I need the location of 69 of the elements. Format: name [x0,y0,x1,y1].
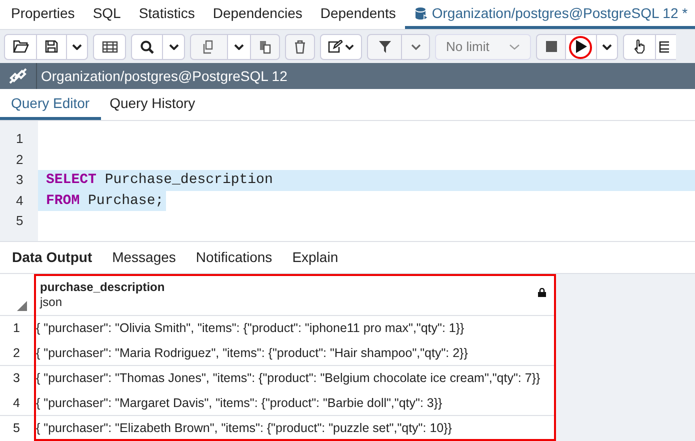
row-number: 4 [12,394,21,412]
tab[interactable]: Query History [100,89,204,120]
connection-title: Organization/postgres@PostgreSQL 12 [40,66,288,86]
tab[interactable]: Dependents [311,0,405,29]
tab[interactable]: Notifications [196,247,272,268]
filter-dropdown-button[interactable] [402,34,430,60]
table-cell-text: { "purchaser": "Olivia Smith", "items": {"product": "iphone11 pro max","qty": 1}} [36,320,464,338]
pointer-button[interactable] [623,34,656,60]
column-type: json [40,295,62,310]
edit-dropdown-button[interactable] [320,34,362,60]
row-number: 1 [12,320,21,338]
caret-icon [72,44,82,50]
column-header: purchase_description [40,280,165,295]
table-cell-text: { "purchaser": "Elizabeth Brown", "items": {"product": "puzzle set","qty": 10}} [36,420,452,438]
caret-icon [410,44,420,50]
search-button[interactable] [131,34,163,60]
trash-icon [294,40,306,54]
tab[interactable]: Dependencies [204,0,312,29]
edit-icon [328,40,343,53]
row-limit-dropdown[interactable]: No limit [435,34,531,60]
caret-icon [168,44,178,50]
caret-icon [509,44,520,50]
code-line: FROM Purchase; [45,192,165,210]
tab[interactable]: Statistics [130,0,204,29]
paste-icon [258,40,272,54]
row-number: 2 [12,344,21,362]
tab[interactable]: Data Output [12,247,92,268]
row-number: 5 [12,420,21,438]
caret-icon [345,44,354,50]
caret-icon [602,44,612,50]
save-dropdown-button[interactable] [66,34,88,60]
folder-icon [12,40,28,53]
copy-button[interactable] [190,34,228,60]
code-line: SELECT Purchase_description [45,171,274,190]
play-icon [576,40,586,53]
search-dropdown-button[interactable] [163,34,185,60]
line-number: 5 [15,212,24,230]
caret-icon [234,44,244,50]
link-icon [9,68,27,84]
run-button[interactable] [566,34,596,60]
lock-icon [538,288,546,297]
filter-button[interactable] [367,34,402,60]
delete-button[interactable] [285,34,315,60]
line-number: 4 [15,192,24,210]
hand-pointer-icon [633,39,646,54]
search-icon [140,40,154,54]
table-cell-text: { "purchaser": "Margaret Davis", "items": {"product": "Barbie doll","qty": 3}} [36,394,442,412]
stop-icon [546,41,556,52]
database-icon [414,6,428,20]
run-dropdown-button[interactable] [596,34,618,60]
tab[interactable]: SQL [84,0,130,29]
corner-triangle-icon [17,301,27,311]
save-button[interactable] [37,34,66,60]
tab[interactable]: Messages [112,247,176,268]
tab[interactable]: Explain [292,247,338,268]
stop-button[interactable] [536,34,566,60]
row-number: 3 [12,370,21,388]
save-icon [45,40,58,53]
line-number: 3 [15,171,24,189]
paste-button[interactable] [250,34,280,60]
open-file-button[interactable] [4,34,37,60]
line-number: 1 [15,130,24,148]
table-cell-text: { "purchaser": "Thomas Jones", "items": {"product": "Belgium chocolate ice cream","qty": 7}} [36,370,540,388]
grid-view-button[interactable] [93,34,126,60]
table-cell-text: { "purchaser": "Maria Rodriguez", "items": {"product": "Hair shampoo","qty": 2}} [36,344,468,362]
line-number: 2 [15,150,24,168]
filter-icon [378,40,390,52]
tab[interactable]: Properties [2,0,84,29]
copy-dropdown-button[interactable] [228,34,250,60]
